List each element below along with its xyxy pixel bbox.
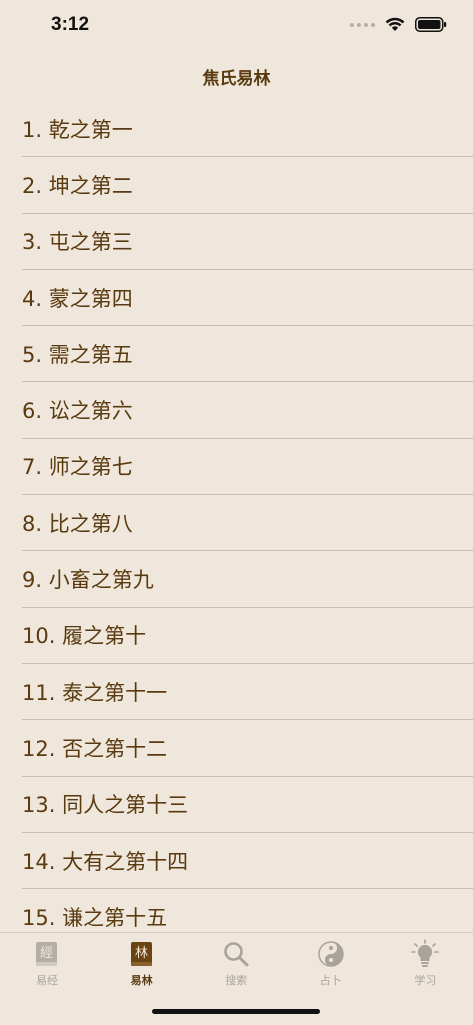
list-item[interactable]: 1. 乾之第一 [22,101,473,158]
tab-label: 易林 [130,974,153,987]
list-item[interactable]: 10. 履之第十 [22,608,473,664]
tab-label: 易经 [36,974,58,987]
tab-label: 搜索 [225,974,248,987]
list-item[interactable]: 14. 大有之第十四 [22,833,473,890]
status-bar: 3:12 [0,0,473,52]
tab-search[interactable]: 搜索 [189,939,283,988]
list-item-label: 8. 比之第八 [22,511,133,536]
list-item-label: 4. 蒙之第四 [22,286,133,311]
list-item[interactable]: 3. 屯之第三 [22,214,473,270]
list-item[interactable]: 11. 泰之第十一 [22,664,473,721]
list-item-label: 1. 乾之第一 [22,117,133,142]
status-icons [350,17,447,32]
list-item-label: 11. 泰之第十一 [22,680,168,705]
list-item-label: 5. 需之第五 [22,342,133,367]
list-item-label: 15. 谦之第十五 [22,905,168,930]
tab-yijing[interactable]: 經易经 [0,939,94,988]
list-item-label: 13. 同人之第十三 [22,793,189,818]
cellular-signal-icon [350,22,375,27]
list-item-label: 14. 大有之第十四 [22,849,189,874]
svg-text:林: 林 [135,946,148,961]
status-time: 3:12 [51,14,90,35]
tab-yilin[interactable]: 林易林 [95,939,189,988]
tab-study[interactable]: 学习 [378,939,472,988]
list-item-label: 2. 坤之第二 [22,173,133,198]
list-item-label: 6. 讼之第六 [22,399,133,424]
list-item[interactable]: 8. 比之第八 [22,495,473,552]
list-item-label: 9. 小畜之第九 [22,568,154,593]
search-icon [189,939,283,969]
tab-label: 学习 [414,974,437,987]
list-item[interactable]: 4. 蒙之第四 [22,270,473,327]
list-item-label: 7. 师之第七 [22,455,133,480]
list-item[interactable]: 9. 小畜之第九 [22,551,473,608]
chapter-list: 1. 乾之第一 2. 坤之第二 3. 屯之第三 4. 蒙之第四 5. 需之第五 6. 讼之… [0,101,473,946]
lightbulb-icon [378,939,472,969]
list-item[interactable]: 6. 讼之第六 [22,382,473,439]
battery-icon [415,17,447,32]
list-item[interactable]: 13. 同人之第十三 [22,777,473,833]
list-item[interactable]: 5. 需之第五 [22,326,473,383]
list-item[interactable]: 12. 否之第十二 [22,720,473,777]
book-icon: 經 [0,939,94,969]
svg-text:經: 經 [40,946,53,961]
book-active-icon: 林 [95,939,189,969]
tab-label: 占卜 [319,974,342,987]
page-title: 焦氏易林 [202,69,271,89]
list-item-label: 12. 否之第十二 [22,736,168,761]
list-item-label: 3. 屯之第三 [22,230,133,255]
yin-yang-icon [284,939,378,969]
list-item[interactable]: 2. 坤之第二 [22,157,473,214]
list-item[interactable]: 7. 师之第七 [22,439,473,496]
tab-divination[interactable]: 占卜 [284,939,378,988]
wifi-icon [385,17,405,31]
list-item-label: 10. 履之第十 [22,624,147,649]
home-indicator [152,1009,320,1014]
